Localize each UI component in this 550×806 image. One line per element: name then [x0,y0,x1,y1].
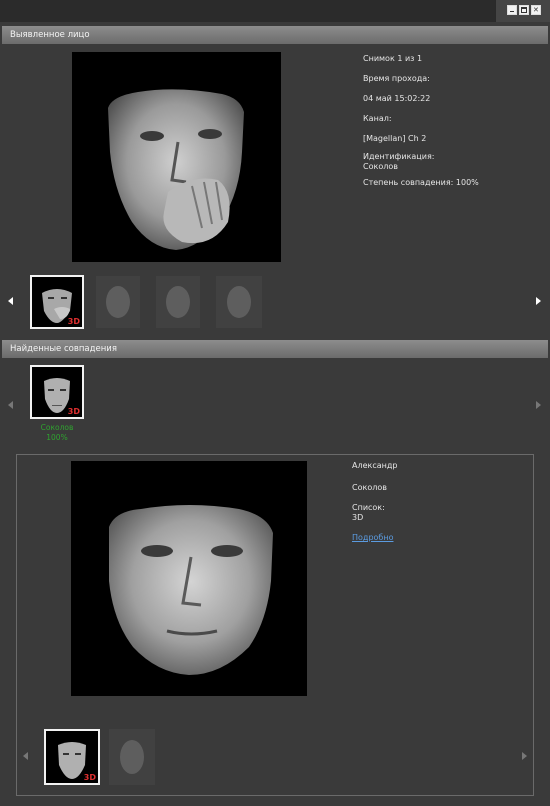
face-thumb [156,276,200,328]
face-photo [108,89,244,250]
snapshot-thumbnail[interactable] [156,276,200,328]
identification-label: Идентификация: [363,152,435,161]
badge-3d: 3D [67,407,80,416]
pass-time-value: 04 май 15:02:22 [363,94,431,103]
face-photo [109,505,273,675]
match-percent: 100% [46,433,68,442]
badge-3d: 3D [83,773,96,782]
pass-time-label: Время прохода: [363,74,430,83]
match-face-image [71,461,307,696]
match-detail-panel: Александр Соколов Список: 3D Подробно 3D [16,454,534,796]
detected-face-image [72,52,281,262]
channel-label: Канал: [363,114,392,123]
prev-detail-icon[interactable] [23,752,28,760]
detected-info: Снимок 1 из 1 Время прохода: 04 май 15:0… [363,54,543,188]
next-detail-icon[interactable] [522,752,527,760]
identification-value: Соколов [363,162,398,171]
snapshot-thumbnail[interactable]: 3D [30,275,84,329]
match-info: Александр Соколов Список: 3D Подробно [352,461,522,543]
face-thumb [216,276,262,328]
detected-face-header: Выявленное лицо [2,26,548,44]
match-thumbnail[interactable]: 3D [30,365,84,419]
list-value: 3D [352,513,364,522]
badge-3d: 3D [67,317,80,326]
detail-thumbnail[interactable]: 3D [44,729,100,785]
matches-header: Найденные совпадения [2,340,548,358]
channel-value: [Magellan] Ch 2 [363,134,427,143]
first-name: Александр [352,461,398,470]
window-controls [495,0,550,22]
face-thumb [96,276,140,328]
title-bar [0,0,550,22]
close-icon[interactable] [531,5,541,15]
prev-snapshot-icon[interactable] [8,297,13,305]
last-name: Соколов [352,483,387,492]
next-snapshot-icon[interactable] [536,297,541,305]
detail-thumbnail[interactable] [109,729,155,785]
match-name: Соколов [40,423,74,432]
match-degree: Степень совпадения: 100% [363,178,479,187]
details-link[interactable]: Подробно [352,533,393,542]
snapshot-thumbnail[interactable] [216,276,262,328]
prev-match-icon[interactable] [8,401,13,409]
maximize-icon[interactable] [519,5,529,15]
snapshot-thumbnail[interactable] [96,276,140,328]
next-match-icon[interactable] [536,401,541,409]
minimize-icon[interactable] [507,5,517,15]
face-thumb [109,729,155,785]
list-label: Список: [352,503,385,512]
snapshot-counter: Снимок 1 из 1 [363,54,423,63]
